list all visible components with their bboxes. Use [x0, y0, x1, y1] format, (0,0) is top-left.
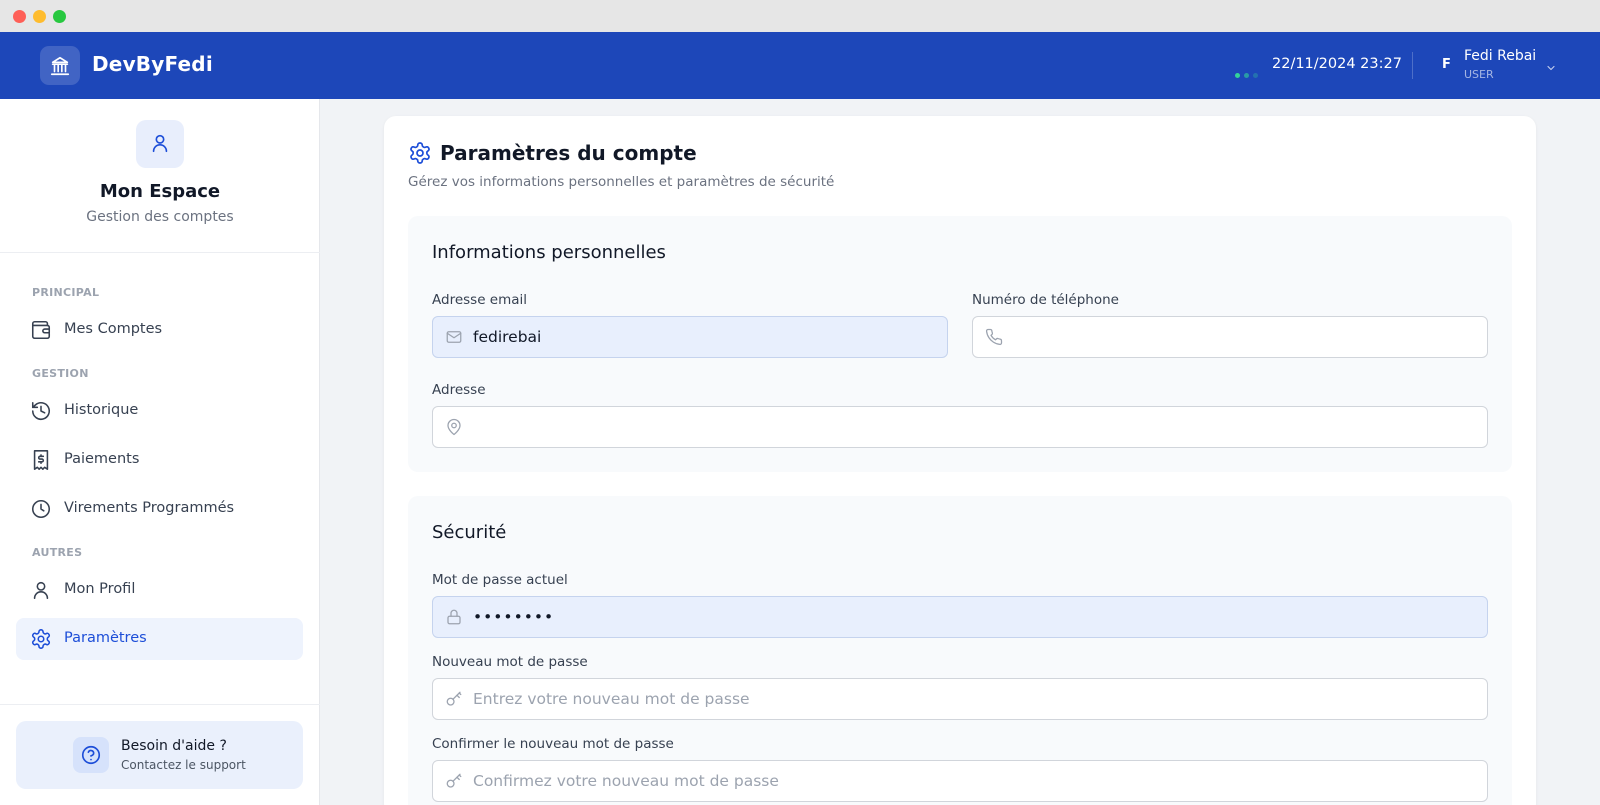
sidebar-item-label: Paiements [64, 451, 140, 467]
help-support-card[interactable]: Besoin d'aide ? Contactez le support [16, 721, 303, 789]
email-field[interactable]: fedirebai [432, 316, 948, 358]
app-header: DevByFedi 22/11/2024 23:27 F Fedi Rebai … [0, 32, 1600, 99]
current-password-field[interactable]: •••••••• [432, 596, 1488, 638]
gear-icon [408, 141, 432, 169]
phone-field[interactable] [972, 316, 1488, 358]
confirm-password-label: Confirmer le nouveau mot de passe [432, 736, 674, 752]
settings-card: Paramètres du compte Gérez vos informati… [384, 116, 1536, 805]
wallet-icon [30, 319, 52, 341]
sidebar-subtitle: Gestion des comptes [86, 209, 234, 225]
phone-icon [985, 328, 1003, 350]
connection-status-indicator [1235, 63, 1262, 82]
window-maximize-button[interactable] [53, 10, 66, 23]
address-field[interactable] [432, 406, 1488, 448]
new-password-placeholder: Entrez votre nouveau mot de passe [473, 690, 750, 708]
sidebar-item-label: Paramètres [64, 630, 147, 646]
key-icon [445, 772, 463, 794]
help-subtitle[interactable]: Contactez le support [121, 758, 246, 772]
sidebar-divider [0, 704, 320, 705]
window-close-button[interactable] [13, 10, 26, 23]
email-label: Adresse email [432, 292, 528, 308]
current-password-label: Mot de passe actuel [432, 572, 568, 588]
user-name[interactable]: Fedi Rebai [1464, 48, 1536, 64]
profile-user-icon [136, 120, 184, 168]
sidebar-item-mes-comptes[interactable]: Mes Comptes [16, 309, 303, 351]
current-datetime: 22/11/2024 23:27 [1272, 56, 1402, 72]
security-section: Sécurité Mot de passe actuel •••••••• No… [408, 496, 1512, 805]
header-divider [1412, 52, 1413, 79]
new-password-field[interactable]: Entrez votre nouveau mot de passe [432, 678, 1488, 720]
sidebar-item-mon-profil[interactable]: Mon Profil [16, 569, 303, 611]
sidebar-item-historique[interactable]: Historique [16, 390, 303, 432]
clock-icon [30, 498, 52, 520]
page-subtitle: Gérez vos informations personnelles et p… [408, 174, 835, 190]
page-title: Paramètres du compte [440, 141, 697, 165]
sidebar-item-label: Mon Profil [64, 581, 136, 597]
section-label-autres: AUTRES [32, 546, 83, 559]
user-role: USER [1464, 68, 1494, 81]
gear-icon [30, 628, 52, 650]
window-minimize-button[interactable] [33, 10, 46, 23]
address-label: Adresse [432, 382, 486, 398]
sidebar-item-paiements[interactable]: Paiements [16, 439, 303, 481]
phone-label: Numéro de téléphone [972, 292, 1119, 308]
user-icon [30, 579, 52, 601]
window-titlebar [0, 0, 1600, 32]
new-password-label: Nouveau mot de passe [432, 654, 588, 670]
mail-icon [445, 328, 463, 350]
help-circle-icon [73, 737, 109, 773]
personal-info-section: Informations personnelles Adresse email … [408, 216, 1512, 472]
confirm-password-placeholder: Confirmez votre nouveau mot de passe [473, 772, 779, 790]
section-label-principal: PRINCIPAL [32, 286, 100, 299]
history-icon [30, 400, 52, 422]
section-label-gestion: GESTION [32, 367, 89, 380]
brand-name[interactable]: DevByFedi [92, 52, 213, 76]
sidebar-item-virements-programmes[interactable]: Virements Programmés [16, 488, 303, 530]
confirm-password-field[interactable]: Confirmez votre nouveau mot de passe [432, 760, 1488, 802]
personal-info-title: Informations personnelles [432, 242, 666, 263]
current-password-value: •••••••• [473, 608, 555, 626]
chevron-down-icon[interactable] [1545, 59, 1557, 78]
help-title: Besoin d'aide ? [121, 738, 227, 754]
sidebar-divider [0, 252, 320, 253]
sidebar-item-label: Historique [64, 402, 139, 418]
email-value: fedirebai [473, 328, 542, 346]
sidebar-item-label: Mes Comptes [64, 321, 163, 337]
lock-icon [445, 608, 463, 630]
user-avatar[interactable]: F [1442, 57, 1451, 72]
receipt-icon [30, 449, 52, 471]
map-pin-icon [445, 418, 463, 440]
sidebar-title: Mon Espace [99, 181, 221, 202]
sidebar: Mon Espace Gestion des comptes PRINCIPAL… [0, 99, 320, 805]
bank-logo-icon[interactable] [40, 46, 80, 85]
sidebar-item-parametres[interactable]: Paramètres [16, 618, 303, 660]
key-icon [445, 690, 463, 712]
sidebar-item-label: Virements Programmés [64, 500, 235, 516]
security-title: Sécurité [432, 522, 507, 543]
